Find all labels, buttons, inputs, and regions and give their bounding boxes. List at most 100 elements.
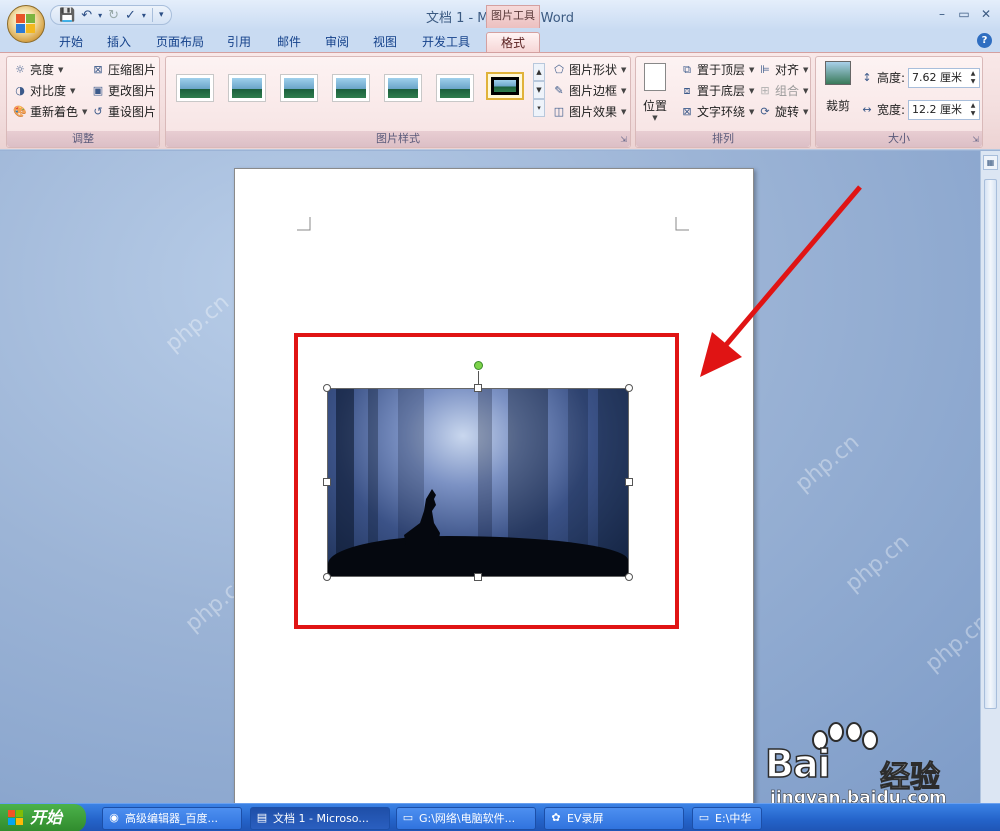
gallery-down-button[interactable]: ▼ <box>533 81 545 99</box>
word-document-icon: ▤ <box>256 811 268 824</box>
taskbar-item-ev-recorder[interactable]: ✿ EV录屏 <box>544 807 684 830</box>
contrast-label: 对比度 <box>30 84 67 98</box>
taskbar-item-label: 高级编辑器_百度... <box>125 812 218 825</box>
recolor-label: 重新着色 <box>30 105 79 119</box>
bring-to-front-icon: ⧉ <box>683 63 691 76</box>
start-button[interactable]: 开始 <box>0 804 86 831</box>
pen-icon: ✎ <box>554 84 564 97</box>
tab-insert[interactable]: 插入 <box>100 32 138 52</box>
text-wrapping-label: 文字环绕 <box>697 105 746 119</box>
tab-format[interactable]: 格式 <box>486 32 540 52</box>
tab-view[interactable]: 视图 <box>366 32 404 52</box>
compress-pictures-button[interactable]: ⊠ 压缩图片 <box>91 61 156 79</box>
baidu-logo-text: Bai <box>764 741 831 787</box>
crop-button[interactable]: 裁剪 <box>822 61 854 121</box>
send-to-back-icon: ⧈ <box>683 84 691 97</box>
bring-to-front-button[interactable]: ⧉ 置于顶层 ▼ <box>680 61 754 79</box>
taskbar-item-folder-e[interactable]: ▭ E:\中华 <box>692 807 762 830</box>
picture-style-7[interactable] <box>486 72 524 100</box>
height-input[interactable]: 7.62 厘米 ▲ ▼ <box>908 68 980 88</box>
group-button[interactable]: ⊞ 组合 ▼ <box>758 82 808 100</box>
rotate-label: 旋转 <box>775 105 800 119</box>
office-logo-icon <box>16 14 36 34</box>
brightness-label: 亮度 <box>30 63 55 77</box>
text-wrapping-button[interactable]: ⊠ 文字环绕 ▼ <box>680 103 754 121</box>
folder-icon: ▭ <box>402 811 414 824</box>
margin-corner-top-left <box>297 217 311 231</box>
picture-style-6[interactable] <box>436 74 474 102</box>
tab-review[interactable]: 审阅 <box>318 32 356 52</box>
tab-references[interactable]: 引用 <box>220 32 258 52</box>
picture-style-2[interactable] <box>228 74 266 102</box>
ribbon-tabs: 开始 插入 页面布局 引用 邮件 审阅 视图 开发工具 格式 <box>0 30 1000 52</box>
help-icon[interactable]: ? <box>977 33 992 48</box>
restore-button[interactable]: ▭ <box>954 6 974 22</box>
windows-flag-icon <box>8 810 23 825</box>
recolor-icon: 🎨 <box>13 105 27 118</box>
tab-mailings[interactable]: 邮件 <box>270 32 308 52</box>
ruler-toggle-icon[interactable]: ▦ <box>983 155 998 170</box>
height-spinner[interactable]: ▲ ▼ <box>968 70 978 86</box>
title-bar: 💾 ↶ ▾ ↻ ✓ ▾ ▾ 文档 1 - Microsoft Word 图片工具… <box>0 0 1000 30</box>
watermark: php.cn <box>840 529 915 598</box>
watermark: php.cn <box>920 609 980 678</box>
watermark: php.cn <box>160 289 235 358</box>
width-label: 宽度: <box>877 103 906 117</box>
recolor-button[interactable]: 🎨 重新着色 ▼ <box>13 103 87 121</box>
size-group-label: 大小 <box>816 131 982 147</box>
office-button[interactable] <box>7 5 45 43</box>
taskbar-item-label: 文档 1 - Microso... <box>273 812 369 825</box>
taskbar-item-folder-software[interactable]: ▭ G:\网络\电脑软件... <box>396 807 536 830</box>
picture-style-1[interactable] <box>176 74 214 102</box>
reset-picture-icon: ↺ <box>93 105 103 118</box>
picture-effects-button[interactable]: ◫ 图片效果 ▼ <box>552 103 627 121</box>
picture-style-4[interactable] <box>332 74 370 102</box>
picture-border-button[interactable]: ✎ 图片边框 ▼ <box>552 82 626 100</box>
contrast-button[interactable]: ◑ 对比度 ▼ <box>13 82 75 100</box>
width-spinner[interactable]: ▲ ▼ <box>968 102 978 118</box>
tab-page-layout[interactable]: 页面布局 <box>150 32 210 52</box>
taskbar-item-word[interactable]: ▤ 文档 1 - Microso... <box>250 807 390 830</box>
tab-home[interactable]: 开始 <box>52 32 90 52</box>
ev-recorder-icon: ✿ <box>551 811 561 824</box>
send-to-back-button[interactable]: ⧈ 置于底层 ▼ <box>680 82 755 100</box>
send-to-back-label: 置于底层 <box>697 84 746 98</box>
width-input[interactable]: 12.2 厘米 ▲ ▼ <box>908 100 980 120</box>
rotate-button[interactable]: ⟳ 旋转 ▼ <box>758 103 808 121</box>
brightness-button[interactable]: ☼ 亮度 ▼ <box>13 61 63 79</box>
picture-effects-icon: ◫ <box>553 105 565 118</box>
picture-shape-button[interactable]: ⬠ 图片形状 ▼ <box>552 61 626 79</box>
gallery-up-button[interactable]: ▲ <box>533 63 545 81</box>
adjust-group: ☼ 亮度 ▼ ◑ 对比度 ▼ 🎨 重新着色 ▼ ⊠ 压缩图片 ▣ 更改图片 ↺ 重设图… <box>6 56 160 148</box>
picture-style-3[interactable] <box>280 74 318 102</box>
crop-icon <box>825 61 851 85</box>
align-button[interactable]: ⊫ 对齐 ▼ <box>758 61 808 79</box>
change-picture-label: 更改图片 <box>108 84 157 98</box>
tab-developer[interactable]: 开发工具 <box>416 32 476 52</box>
minimize-button[interactable]: – <box>932 6 952 22</box>
position-button[interactable]: 位置 ▼ <box>642 63 668 125</box>
picture-shape-icon: ⬠ <box>554 63 564 76</box>
margin-corner-top-right <box>675 217 689 231</box>
group-icon: ⊞ <box>760 84 770 97</box>
picture-styles-launcher-icon[interactable]: ⇲ <box>620 135 627 144</box>
picture-shape-label: 图片形状 <box>569 63 618 77</box>
reset-picture-button[interactable]: ↺ 重设图片 <box>91 103 156 121</box>
vertical-scrollbar[interactable]: ▦ <box>980 151 1000 803</box>
arrange-group: 位置 ▼ ⧉ 置于顶层 ▼ ⧈ 置于底层 ▼ ⊠ 文字环绕 ▼ ⊫ 对齐 ▼ ⊞ 组合 ▼… <box>635 56 811 148</box>
picture-styles-group-label: 图片样式 <box>166 131 630 147</box>
scroll-thumb[interactable] <box>984 179 997 709</box>
change-picture-icon: ▣ <box>92 84 104 97</box>
size-launcher-icon[interactable]: ⇲ <box>972 135 979 144</box>
taskbar-item-browser[interactable]: ◉ 高级编辑器_百度... <box>102 807 242 830</box>
annotation-arrow <box>700 185 862 377</box>
start-label: 开始 <box>30 808 63 827</box>
close-button[interactable]: ✕ <box>976 6 996 22</box>
watermark: php.cn <box>790 429 865 498</box>
picture-style-5[interactable] <box>384 74 422 102</box>
height-icon: ↕ <box>862 71 872 84</box>
change-picture-button[interactable]: ▣ 更改图片 <box>91 82 156 100</box>
height-label-row: ↕ 高度: <box>860 69 905 87</box>
compress-icon: ⊠ <box>93 63 103 76</box>
gallery-more-button[interactable]: ▾ <box>533 99 545 117</box>
